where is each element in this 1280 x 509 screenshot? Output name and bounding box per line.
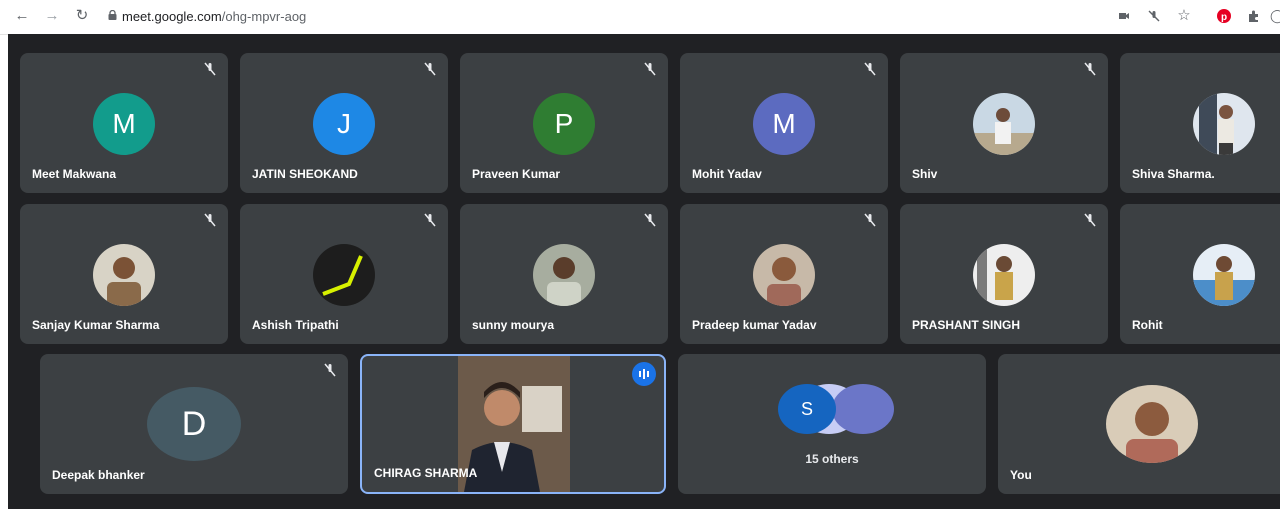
avatar-photo	[313, 244, 375, 306]
participant-tile[interactable]: Shiva Sharma.	[1120, 53, 1280, 193]
mic-off-icon	[644, 213, 656, 227]
participant-name: Meet Makwana	[32, 167, 117, 181]
others-tile[interactable]: S 15 others	[678, 354, 986, 494]
participant-tile[interactable]: M Mohit Yadav	[680, 53, 888, 193]
participant-name: Deepak bhanker	[52, 468, 145, 482]
avatar-photo	[973, 93, 1035, 155]
avatar: D	[147, 387, 241, 461]
active-speaker-tile[interactable]: CHIRAG SHARMA	[360, 354, 666, 494]
mic-off-icon	[1084, 213, 1096, 227]
svg-text:p: p	[1221, 12, 1227, 23]
camera-icon[interactable]	[1116, 8, 1132, 24]
avatar-photo	[753, 244, 815, 306]
reload-icon[interactable]: ↻	[74, 8, 90, 24]
pinterest-icon[interactable]: p	[1216, 8, 1232, 24]
avatar-photo	[973, 244, 1035, 306]
participant-tile[interactable]: PRASHANT SINGH	[900, 204, 1108, 344]
mic-off-icon	[424, 62, 436, 76]
participant-name: Praveen Kumar	[472, 167, 561, 181]
participant-tile[interactable]: Pradeep kumar Yadav	[680, 204, 888, 344]
participant-name: CHIRAG SHARMA	[374, 466, 478, 480]
mic-off-icon[interactable]	[1146, 8, 1162, 24]
extensions-icon[interactable]	[1246, 8, 1262, 24]
address-bar[interactable]: meet.google.com/ohg-mpvr-aog	[122, 9, 306, 24]
participant-tile[interactable]: Rohit	[1120, 204, 1280, 344]
avatar: M	[93, 93, 155, 155]
avatar-photo	[533, 244, 595, 306]
participant-name: sunny mourya	[472, 318, 555, 332]
participant-name: JATIN SHEOKAND	[252, 167, 358, 181]
participant-tile[interactable]: Ashish Tripathi	[240, 204, 448, 344]
url-path: /ohg-mpvr-aog	[221, 9, 307, 24]
mic-off-icon	[864, 213, 876, 227]
participant-name: Pradeep kumar Yadav	[692, 318, 817, 332]
back-icon[interactable]: ←	[14, 8, 30, 24]
participant-name: Shiv	[912, 167, 938, 181]
avatar: M	[753, 93, 815, 155]
browser-toolbar: ← → ↻ meet.google.com/ohg-mpvr-aog ☆ p ◯	[0, 0, 1280, 35]
url-domain: meet.google.com	[122, 9, 222, 24]
self-tile[interactable]: You	[998, 354, 1280, 494]
mic-off-icon	[324, 363, 336, 377]
participant-tile[interactable]: M Meet Makwana	[20, 53, 228, 193]
participant-tile[interactable]: D Deepak bhanker	[40, 354, 348, 494]
participant-tile[interactable]: Sanjay Kumar Sharma	[20, 204, 228, 344]
participant-name: Sanjay Kumar Sharma	[32, 318, 160, 332]
participant-name: You	[1010, 468, 1032, 482]
profile-icon[interactable]: ◯	[1270, 8, 1280, 24]
participant-name: Shiva Sharma.	[1132, 167, 1215, 181]
participant-name: Ashish Tripathi	[252, 318, 339, 332]
lock-icon[interactable]	[108, 10, 117, 20]
others-count: 15 others	[805, 452, 859, 466]
mic-off-icon	[644, 62, 656, 76]
star-icon[interactable]: ☆	[1176, 8, 1192, 24]
participant-tile[interactable]: J JATIN SHEOKAND	[240, 53, 448, 193]
avatar-photo	[1193, 244, 1255, 306]
participant-name: Mohit Yadav	[692, 167, 762, 181]
participant-name: PRASHANT SINGH	[912, 318, 1021, 332]
avatar-photo	[93, 244, 155, 306]
mic-off-icon	[1084, 62, 1096, 76]
meet-video-grid: M Meet Makwana J JATIN SHEOKAND P Pravee…	[8, 34, 1280, 509]
avatar: J	[313, 93, 375, 155]
forward-icon[interactable]: →	[44, 8, 60, 24]
mic-off-icon	[204, 62, 216, 76]
mic-off-icon	[204, 213, 216, 227]
participant-tile[interactable]: P Praveen Kumar	[460, 53, 668, 193]
mic-off-icon	[424, 213, 436, 227]
participant-name: Rohit	[1132, 318, 1163, 332]
avatar	[832, 384, 894, 434]
participant-tile[interactable]: Shiv	[900, 53, 1108, 193]
avatar: P	[533, 93, 595, 155]
avatar-photo	[1193, 93, 1255, 155]
mic-off-icon	[864, 62, 876, 76]
avatar: S	[778, 384, 836, 434]
participant-tile[interactable]: sunny mourya	[460, 204, 668, 344]
speaking-indicator-icon	[632, 362, 656, 386]
avatar-photo	[1106, 385, 1198, 463]
